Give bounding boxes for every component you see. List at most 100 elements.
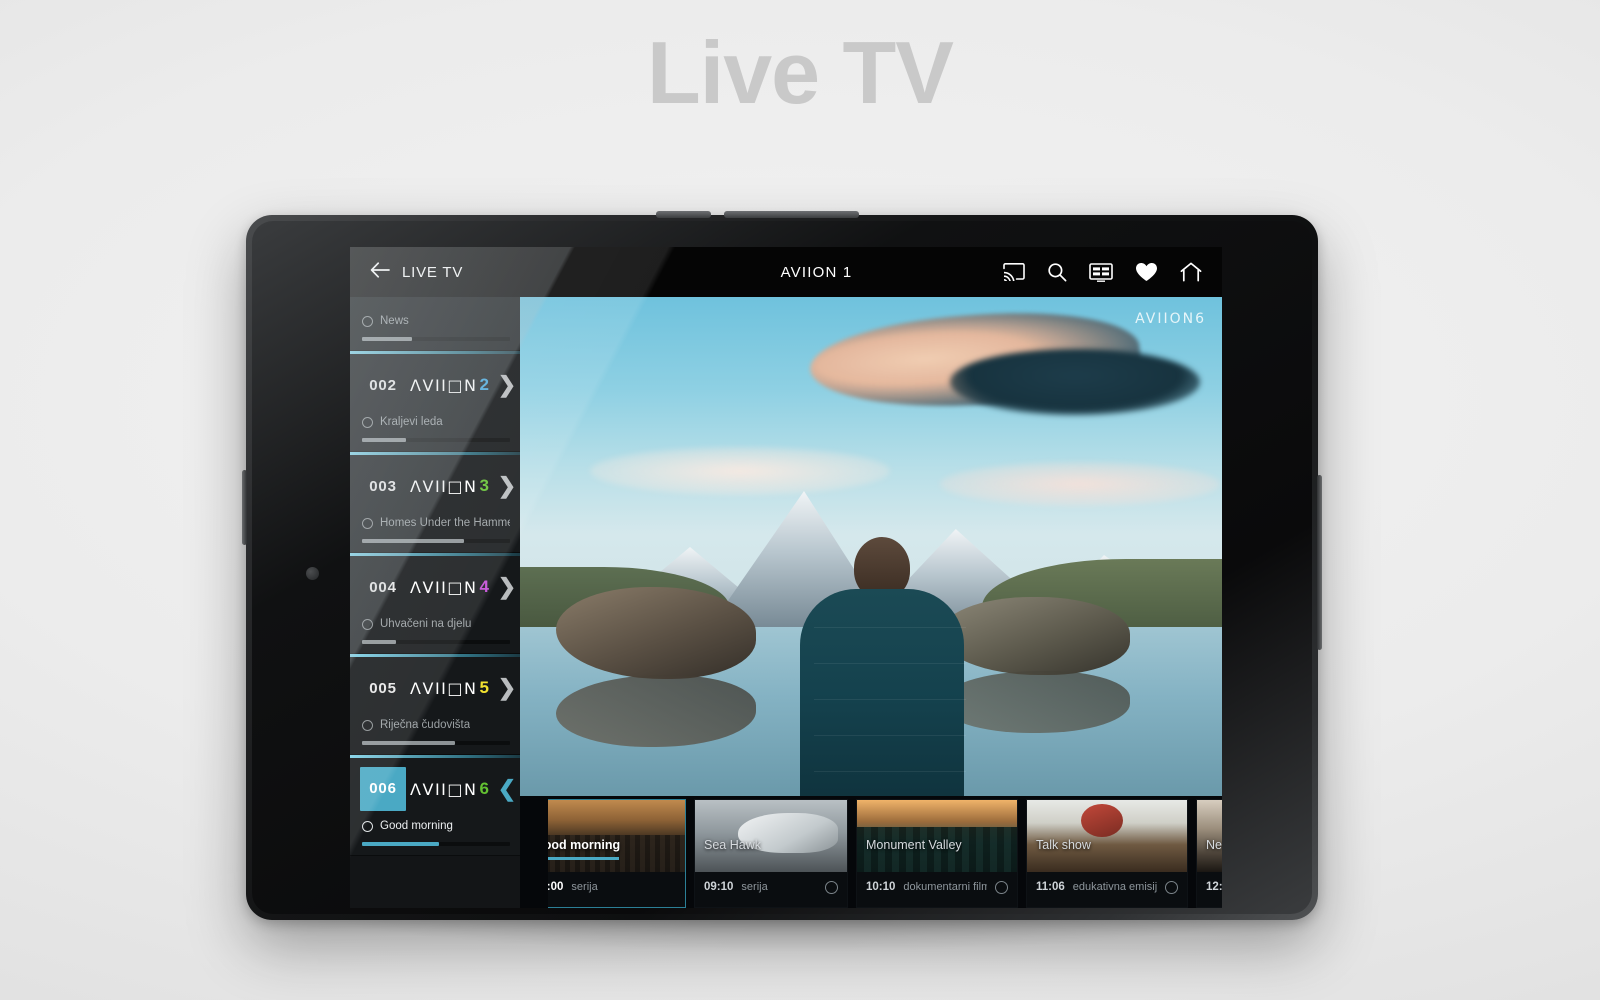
channel-item[interactable]: 002 ΛVII□N 2 ❯ Kraljevi leda <box>350 351 520 452</box>
channel-now-playing: Kraljevi leda <box>350 416 520 432</box>
record-icon[interactable] <box>1165 880 1178 894</box>
channel-program-title: News <box>380 315 409 327</box>
channel-progress-bar <box>362 741 510 745</box>
record-dot-icon[interactable] <box>362 820 373 832</box>
channel-program-title: Riječna čudovišta <box>380 719 471 731</box>
channel-header[interactable]: 003 ΛVII□N 3 ❯ <box>350 455 520 517</box>
app-bar-actions <box>1003 262 1222 282</box>
channel-item[interactable]: News <box>350 297 520 351</box>
app-bar-section-label: LIVE TV <box>402 263 464 281</box>
program-title: Sea Hawk <box>704 838 761 852</box>
channel-list[interactable]: News 002 ΛVII□N 2 ❯ Kraljevi leda 003 ΛVII□N 3 ❯ H… <box>350 297 520 908</box>
channel-progress-bar <box>362 438 510 442</box>
channel-logo-brand: ΛVII□N <box>410 779 478 799</box>
channel-logo-brand: ΛVII□N <box>410 577 478 597</box>
program-card[interactable]: Monument Valley 10:10 dokumentarni film <box>856 799 1018 908</box>
search-icon[interactable] <box>1047 262 1067 282</box>
channel-logo: ΛVII□N 3 <box>406 476 494 496</box>
favorite-icon[interactable] <box>1135 262 1158 282</box>
cast-icon[interactable] <box>1003 263 1025 281</box>
page-title: Live TV <box>647 23 954 122</box>
video-cloud <box>950 349 1200 415</box>
record-dot-icon[interactable] <box>362 315 373 327</box>
channel-header[interactable]: 002 ΛVII□N 2 ❯ <box>350 354 520 416</box>
channel-program-title: Uhvačeni na djelu <box>380 618 472 630</box>
channel-logo: ΛVII□N 5 <box>406 678 494 698</box>
app-bar-left: LIVE TV <box>350 261 630 283</box>
program-card[interactable]: Sea Hawk 09:10 serija <box>694 799 848 908</box>
channel-now-playing: Uhvačeni na djelu <box>350 618 520 634</box>
program-genre: serija <box>741 881 768 893</box>
program-card[interactable]: News 12:00 <box>1196 799 1222 908</box>
video-rock-reflection <box>556 675 756 747</box>
program-thumbnail-art <box>1027 800 1187 872</box>
program-thumbnail: Talk show <box>1027 800 1187 872</box>
channel-collapse-icon[interactable]: ❮ <box>494 776 520 802</box>
channel-logo: ΛVII□N 4 <box>406 577 494 597</box>
channel-now-playing: News <box>350 315 520 331</box>
epg-icon[interactable] <box>1089 262 1113 282</box>
program-title: Monument Valley <box>866 838 962 852</box>
program-thumbnail-art <box>1197 800 1222 872</box>
channel-header[interactable]: 005 ΛVII□N 5 ❯ <box>350 657 520 719</box>
channel-item[interactable]: 004 ΛVII□N 4 ❯ Uhvačeni na djelu <box>350 553 520 654</box>
channel-item[interactable]: 006 ΛVII□N 6 ❮ Good morning <box>350 755 520 856</box>
record-icon[interactable] <box>995 880 1008 894</box>
home-sensor <box>306 567 319 580</box>
power-button[interactable] <box>1317 475 1322 650</box>
channel-logo-brand: ΛVII□N <box>410 678 478 698</box>
record-dot-icon[interactable] <box>362 416 373 428</box>
channel-header-clipped <box>350 297 520 315</box>
channel-now-playing: Riječna čudovišta <box>350 719 520 735</box>
channel-expand-icon[interactable]: ❯ <box>494 473 520 499</box>
channel-logo: ΛVII□N 6 <box>406 779 494 799</box>
channel-number: 005 <box>369 679 397 697</box>
channel-expand-icon[interactable]: ❯ <box>494 675 520 701</box>
back-arrow-icon[interactable] <box>370 261 390 283</box>
channel-header[interactable]: 006 ΛVII□N 6 ❮ <box>350 758 520 820</box>
strip-collapse-handle[interactable] <box>520 796 548 908</box>
channel-watermark: AVIION6 <box>1135 311 1206 327</box>
channel-logo-digit: 6 <box>479 779 490 798</box>
record-dot-icon[interactable] <box>362 618 373 630</box>
channel-number: 002 <box>369 376 397 394</box>
channel-expand-icon[interactable]: ❯ <box>494 574 520 600</box>
program-meta: 11:06 edukativna emisija <box>1027 872 1187 898</box>
program-title: Talk show <box>1036 838 1091 852</box>
program-meta: 10:10 dokumentarni film <box>857 872 1017 898</box>
program-thumbnail-art <box>525 800 685 872</box>
home-icon[interactable] <box>1180 262 1202 282</box>
channel-header[interactable]: 004 ΛVII□N 4 ❯ <box>350 556 520 618</box>
program-genre: dokumentarni film <box>903 881 987 893</box>
record-dot-icon[interactable] <box>362 517 373 529</box>
channel-logo-brand: ΛVII□N <box>410 375 478 395</box>
program-start-time: 11:06 <box>1036 881 1065 893</box>
record-dot-icon[interactable] <box>362 719 373 731</box>
program-meta: 12:00 <box>1197 872 1222 898</box>
record-icon[interactable] <box>825 880 838 894</box>
channel-logo: ΛVII□N 2 <box>406 375 494 395</box>
program-meta: 09:10 serija <box>695 872 847 898</box>
channel-number: 006 <box>360 767 406 811</box>
channel-expand-icon[interactable]: ❯ <box>494 372 520 398</box>
channel-item[interactable]: 003 ΛVII□N 3 ❯ Homes Under the Hammer <box>350 452 520 553</box>
speaker-grille-left <box>656 211 711 218</box>
channel-program-title: Kraljevi leda <box>380 416 443 428</box>
program-genre: serija <box>571 881 598 893</box>
program-strip[interactable]: Good morning 07:00 serija Sea Hawk 09:10 seri… <box>520 796 1222 908</box>
program-card[interactable]: Good morning 07:00 serija <box>524 799 686 908</box>
program-card[interactable]: Talk show 11:06 edukativna emisija <box>1026 799 1188 908</box>
channel-now-playing: Homes Under the Hammer <box>350 517 520 533</box>
program-meta: 07:00 serija <box>525 872 685 898</box>
program-thumbnail-art <box>857 800 1017 872</box>
program-title: News <box>1206 838 1222 852</box>
volume-button[interactable] <box>242 470 247 545</box>
tablet-screen: LIVE TV AVIION 1 News 002 ΛVII□N 2 ❯ Kra… <box>350 247 1222 908</box>
program-start-time: 12:00 <box>1206 881 1222 893</box>
channel-item[interactable]: 005 ΛVII□N 5 ❯ Riječna čudovišta <box>350 654 520 755</box>
speaker-grille-right <box>724 211 859 218</box>
tablet-device: LIVE TV AVIION 1 News 002 ΛVII□N 2 ❯ Kra… <box>242 211 1322 920</box>
app-content: News 002 ΛVII□N 2 ❯ Kraljevi leda 003 ΛVII□N 3 ❯ H… <box>350 297 1222 908</box>
channel-logo-digit: 5 <box>479 678 490 697</box>
channel-logo-digit: 2 <box>479 375 490 394</box>
